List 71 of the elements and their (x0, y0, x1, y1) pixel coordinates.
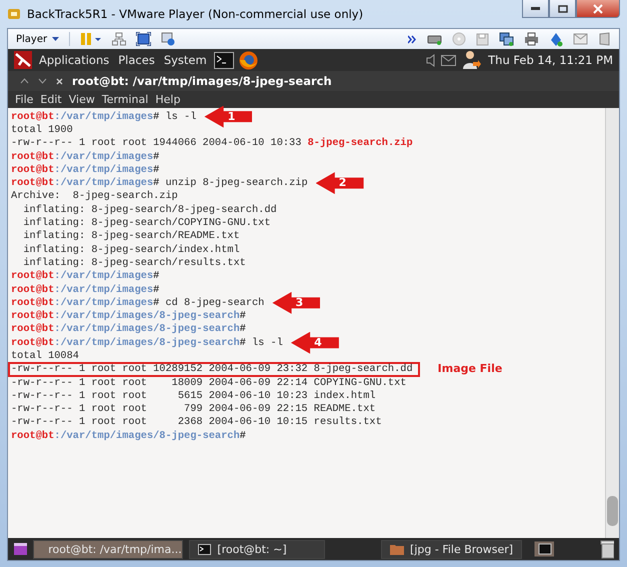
output-line: inflating: 8-jpeg-search/index.html (22, 244, 240, 256)
terminal-title: root@bt: /var/tmp/images/8-jpeg-search (72, 74, 332, 88)
output-line: inflating: 8-jpeg-search/README.txt (22, 230, 240, 242)
panel-menu[interactable]: Places (116, 53, 157, 67)
output-line: Archive: 8-jpeg-search.zip (11, 190, 178, 202)
maximize-icon (558, 4, 568, 12)
file-listing: -rw-r--r-- 1 root root 1944066 2004-06-10 10:33 8-jpeg-search.zip (11, 137, 413, 150)
clock[interactable]: Thu Feb 14, 11:21 PM (488, 53, 613, 67)
menu-item[interactable]: File (12, 93, 36, 106)
message-icon[interactable] (573, 33, 588, 45)
workspace-icon[interactable] (534, 541, 554, 557)
prompt-line: root@bt:/var/tmp/images/8-jpeg-search# (11, 323, 246, 336)
file-listing: -rw-r--r-- 1 root root 18009 2004-06-09 22:14 COPYING-GNU.txt (11, 376, 406, 389)
prompt-line: root@bt:/var/tmp/images# (11, 150, 160, 163)
taskbar-item[interactable]: [jpg - File Browser] (381, 540, 522, 558)
collapse-icon[interactable] (20, 78, 29, 84)
menu-item[interactable]: View (66, 93, 98, 106)
pause-icon[interactable] (80, 32, 102, 46)
chevron-icon[interactable] (408, 34, 417, 44)
printer-icon[interactable] (524, 32, 539, 46)
output-line: total 1900 (11, 124, 73, 136)
prompt-line: root@bt:/var/tmp/images/8-jpeg-search# (11, 430, 246, 442)
file-listing: -rw-r--r-- 1 root root 799 2004-06-09 22:15 README.txt (11, 403, 376, 416)
panel-menu[interactable]: Applications (37, 53, 112, 67)
file-listing: -rw-r--r-- 1 root root 5615 2004-06-10 10:23 index.html (11, 390, 376, 402)
player-menu[interactable]: Player (16, 34, 60, 44)
window-title: BackTrack5R1 - VMware Player (Non-commercial use only) (27, 7, 364, 21)
output-line: inflating: 8-jpeg-search/results.txt (22, 256, 246, 269)
terminal-icon[interactable] (214, 52, 234, 68)
prompt-line: root@bt:/var/tmp/images# ls -l (11, 110, 196, 123)
maximize-button[interactable] (549, 0, 576, 18)
fullscreen-icon[interactable] (136, 32, 152, 46)
close-button[interactable] (576, 0, 620, 18)
expand-icon[interactable] (38, 78, 47, 84)
close-icon (593, 4, 603, 14)
trash-icon[interactable] (600, 540, 614, 558)
step-marker: 3 (272, 292, 320, 314)
step-marker: 4 (290, 332, 339, 354)
output-line: total 10084 (11, 350, 79, 362)
minimize-button[interactable] (522, 0, 549, 18)
minimize-icon (531, 7, 540, 10)
menu-item[interactable]: Help (152, 93, 184, 106)
terminal-icon (198, 544, 212, 554)
output-line: inflating: 8-jpeg-search/8-jpeg-search.dd (22, 204, 277, 216)
mail-icon[interactable] (441, 54, 456, 66)
file-listing: -rw-r--r-- 1 root root 10289152 2004-06-09 23:32 8-jpeg-search.dd (11, 362, 413, 375)
panel-menu[interactable]: System (162, 53, 209, 67)
prompt-line: root@bt:/var/tmp/images# (11, 164, 160, 176)
prompt-line: root@bt:/var/tmp/images/8-jpeg-search# (11, 310, 246, 322)
menu-item[interactable]: Terminal (98, 93, 152, 106)
speaker-icon[interactable] (426, 54, 436, 66)
app-icon (7, 7, 21, 21)
prompt-line: root@bt:/var/tmp/images# (11, 270, 160, 282)
taskbar-item[interactable]: root@bt: /var/tmp/ima... (33, 540, 184, 558)
network-icon[interactable] (112, 32, 126, 46)
prompt-line: root@bt:/var/tmp/images# (11, 284, 160, 296)
menu-item[interactable]: Edit (37, 93, 65, 106)
caret-icon (52, 37, 60, 41)
scrollbar[interactable] (605, 108, 619, 538)
prompt-line: root@bt:/var/tmp/images/8-jpeg-search# ls -l (11, 336, 283, 349)
file-listing: -rw-r--r-- 1 root root 2368 2004-06-10 10:15 results.txt (11, 416, 382, 428)
user-icon[interactable] (461, 50, 482, 70)
prompt-line: root@bt:/var/tmp/images# unzip 8-jpeg-search.zip (11, 177, 308, 190)
prompt-line: root@bt:/var/tmp/images# cd 8-jpeg-search (11, 296, 264, 309)
close-icon[interactable] (56, 78, 63, 84)
show-desktop-icon[interactable] (13, 542, 28, 556)
step-marker: 2 (316, 172, 364, 194)
taskbar-item[interactable]: [root@bt: ~] (189, 540, 326, 558)
output-line: inflating: 8-jpeg-search/COPYING-GNU.txt (22, 217, 271, 230)
folder-icon (390, 543, 404, 555)
annotation-label: Image File (438, 363, 502, 376)
